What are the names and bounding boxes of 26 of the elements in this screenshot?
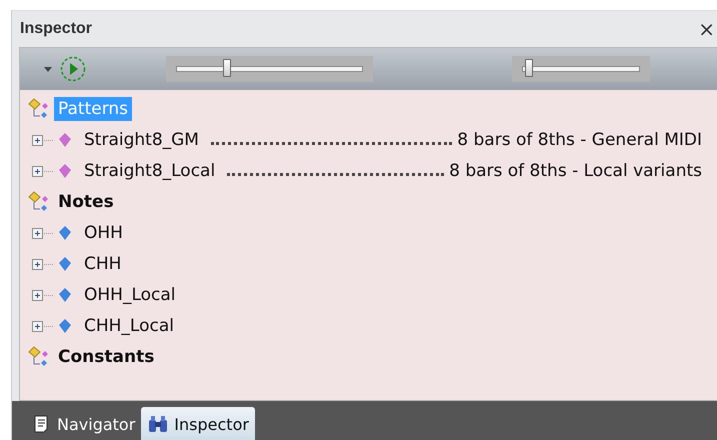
tree-item[interactable]: OHH_Local — [84, 284, 176, 304]
expand-toggle-icon[interactable] — [32, 318, 54, 332]
expand-toggle-icon[interactable] — [32, 226, 54, 240]
panel-title: Inspector — [20, 20, 92, 38]
tree-item[interactable]: Straight8_GM — [84, 130, 199, 150]
caret-icon[interactable] — [44, 66, 52, 72]
tree-item[interactable]: Straight8_Local — [84, 160, 216, 180]
item-description: 8 bars of 8ths - Local variants — [449, 160, 702, 180]
tree-item[interactable]: CHH — [84, 254, 122, 274]
expand-toggle-icon[interactable] — [32, 132, 54, 146]
item-description: 8 bars of 8ths - General MIDI — [457, 130, 702, 150]
slider-thumb[interactable] — [222, 59, 231, 77]
tree-item[interactable]: OHH — [84, 222, 123, 242]
expand-toggle-icon[interactable] — [32, 256, 54, 270]
binoculars-icon — [147, 414, 170, 434]
tab[interactable]: Inspector — [141, 407, 255, 440]
tree-group[interactable]: Constants — [54, 344, 158, 368]
slider[interactable] — [512, 56, 650, 82]
tab[interactable]: Navigator — [26, 407, 142, 440]
close-button[interactable]: × — [698, 17, 717, 41]
expand-toggle-icon[interactable] — [32, 288, 54, 302]
tree-item[interactable]: CHH_Local — [84, 316, 174, 336]
expand-toggle-icon[interactable] — [32, 164, 54, 178]
tree-group[interactable]: Notes — [54, 190, 118, 214]
slider-thumb[interactable] — [524, 59, 533, 77]
slider[interactable] — [166, 56, 373, 82]
